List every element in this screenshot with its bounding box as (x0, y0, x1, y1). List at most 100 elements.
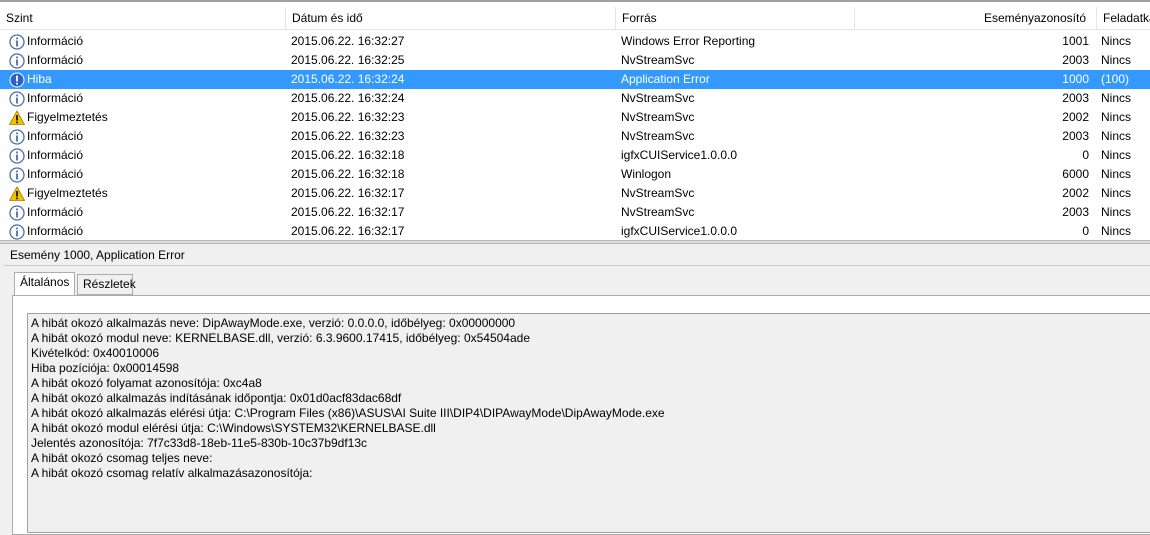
event-message-text[interactable]: A hibát okozó alkalmazás neve: DipAwayMo… (27, 313, 1150, 533)
cell-date: 2015.06.22. 16:32:18 (291, 167, 405, 181)
cell-event-id: 2003 (1062, 129, 1089, 143)
cell-task: Nincs (1101, 110, 1132, 124)
error-icon (9, 72, 25, 88)
cell-date: 2015.06.22. 16:32:24 (291, 91, 405, 105)
message-line: A hibát okozó modul neve: KERNELBASE.dll… (31, 331, 531, 345)
cell-source: NvStreamSvc (621, 186, 695, 200)
event-detail-title: Esemény 1000, Application Error (10, 248, 185, 262)
cell-task: Nincs (1101, 53, 1132, 67)
cell-level: Információ (27, 148, 84, 162)
table-row[interactable]: Információ 2015.06.22. 16:32:18 igfxCUISer… (0, 146, 1150, 165)
cell-task: Nincs (1101, 34, 1132, 48)
cell-date: 2015.06.22. 16:32:23 (291, 110, 405, 124)
info-icon (9, 128, 25, 145)
cell-level: Információ (27, 129, 84, 143)
cell-source: Application Error (621, 72, 710, 86)
cell-level: Információ (27, 167, 84, 181)
cell-date: 2015.06.22. 16:32:23 (291, 129, 405, 143)
event-list[interactable]: Szint Dátum és idő Forrás Eseményazonosí… (0, 0, 1150, 240)
cell-level: Információ (27, 34, 84, 48)
info-icon (9, 52, 25, 69)
info-icon (9, 166, 25, 183)
table-row[interactable]: Figyelmeztetés 2015.06.22. 16:32:23 NvStre… (0, 108, 1150, 127)
column-header-row: Szint Dátum és idő Forrás Eseményazonosí… (0, 7, 1150, 30)
cell-date: 2015.06.22. 16:32:17 (291, 186, 405, 200)
cell-event-id: 2002 (1062, 186, 1089, 200)
cell-task: Nincs (1101, 167, 1132, 181)
cell-level: Információ (27, 224, 84, 238)
table-row[interactable]: Információ 2015.06.22. 16:32:27 Windows Er… (0, 32, 1150, 51)
tab-general[interactable]: Általános (14, 272, 75, 295)
column-header-source[interactable]: Forrás (616, 7, 855, 29)
message-line: Jelentés azonosítója: 7f7c33d8-18eb-11e5… (31, 436, 368, 450)
message-line: A hibát okozó alkalmazás elérési útja: C… (31, 406, 665, 420)
table-row[interactable]: Információ 2015.06.22. 16:32:18 Winlogon 60… (0, 165, 1150, 184)
message-line: Hiba pozíciója: 0x00014598 (31, 361, 180, 375)
cell-task: Nincs (1101, 186, 1132, 200)
cell-task: (100) (1101, 72, 1130, 86)
table-row[interactable]: Információ 2015.06.22. 16:32:17 igfxCUISer… (0, 222, 1150, 240)
cell-source: igfxCUIService1.0.0.0 (621, 148, 738, 162)
cell-date: 2015.06.22. 16:32:18 (291, 148, 405, 162)
warning-icon (8, 185, 26, 202)
message-line: A hibát okozó modul elérési útja: C:\Win… (31, 421, 436, 435)
warning-icon (8, 109, 26, 126)
message-line: A hibát okozó folyamat azonosítója: 0xc4… (31, 376, 262, 390)
detail-divider (4, 265, 1150, 266)
info-icon (9, 90, 25, 107)
cell-source: NvStreamSvc (621, 91, 695, 105)
tab-details[interactable]: Részletek (77, 274, 136, 295)
cell-task: Nincs (1101, 148, 1132, 162)
cell-level: Információ (27, 91, 84, 105)
cell-date: 2015.06.22. 16:32:24 (291, 72, 405, 86)
column-header-task[interactable]: Feladatka (1097, 7, 1150, 29)
cell-date: 2015.06.22. 16:32:27 (291, 34, 405, 48)
table-row[interactable]: Információ 2015.06.22. 16:32:23 NvStreamSv… (0, 127, 1150, 146)
cell-source: NvStreamSvc (621, 53, 695, 67)
info-icon (9, 223, 25, 240)
cell-event-id: 2003 (1062, 53, 1089, 67)
message-line: Kivételkód: 0x40010006 (31, 346, 160, 360)
cell-date: 2015.06.22. 16:32:17 (291, 205, 405, 219)
cell-source: Winlogon (621, 167, 672, 181)
cell-event-id: 2003 (1062, 205, 1089, 219)
cell-task: Nincs (1101, 129, 1132, 143)
cell-level: Hiba (27, 72, 52, 86)
cell-source: NvStreamSvc (621, 205, 695, 219)
cell-task: Nincs (1101, 205, 1132, 219)
message-line: A hibát okozó csomag teljes neve: (31, 451, 213, 465)
cell-level: Információ (27, 205, 84, 219)
table-row[interactable]: Figyelmeztetés 2015.06.22. 16:32:17 NvStre… (0, 184, 1150, 203)
info-icon (9, 204, 25, 221)
cell-date: 2015.06.22. 16:32:25 (291, 53, 405, 67)
cell-event-id: 0 (1082, 224, 1089, 238)
cell-level: Információ (27, 53, 84, 67)
cell-event-id: 0 (1082, 148, 1089, 162)
table-row[interactable]: Információ 2015.06.22. 16:32:17 NvStreamSv… (0, 203, 1150, 222)
cell-level: Figyelmeztetés (27, 186, 108, 200)
cell-task: Nincs (1101, 224, 1132, 238)
cell-event-id: 1001 (1062, 34, 1089, 48)
cell-event-id: 1000 (1062, 72, 1089, 86)
table-row[interactable]: Információ 2015.06.22. 16:32:25 NvStreamSv… (0, 51, 1150, 70)
column-header-event-id[interactable]: Eseményazonosító (855, 7, 1097, 29)
cell-event-id: 6000 (1062, 167, 1089, 181)
cell-source: NvStreamSvc (621, 129, 695, 143)
cell-source: NvStreamSvc (621, 110, 695, 124)
cell-date: 2015.06.22. 16:32:17 (291, 224, 405, 238)
cell-source: igfxCUIService1.0.0.0 (621, 224, 738, 238)
cell-event-id: 2003 (1062, 91, 1089, 105)
cell-source: Windows Error Reporting (621, 34, 756, 48)
cell-event-id: 2002 (1062, 110, 1089, 124)
message-line: A hibát okozó alkalmazás indításának idő… (31, 391, 402, 405)
column-header-date[interactable]: Dátum és idő (286, 7, 616, 29)
pane-splitter[interactable] (0, 240, 1150, 244)
table-row[interactable]: Hiba 2015.06.22. 16:32:24 Application Erro… (0, 70, 1150, 89)
info-icon (9, 33, 25, 50)
message-line: A hibát okozó alkalmazás neve: DipAwayMo… (31, 316, 516, 330)
column-header-level[interactable]: Szint (0, 7, 286, 29)
cell-level: Figyelmeztetés (27, 110, 108, 124)
message-line: A hibát okozó csomag relatív alkalmazása… (31, 466, 313, 480)
info-icon (9, 147, 25, 164)
table-row[interactable]: Információ 2015.06.22. 16:32:24 NvStreamSv… (0, 89, 1150, 108)
